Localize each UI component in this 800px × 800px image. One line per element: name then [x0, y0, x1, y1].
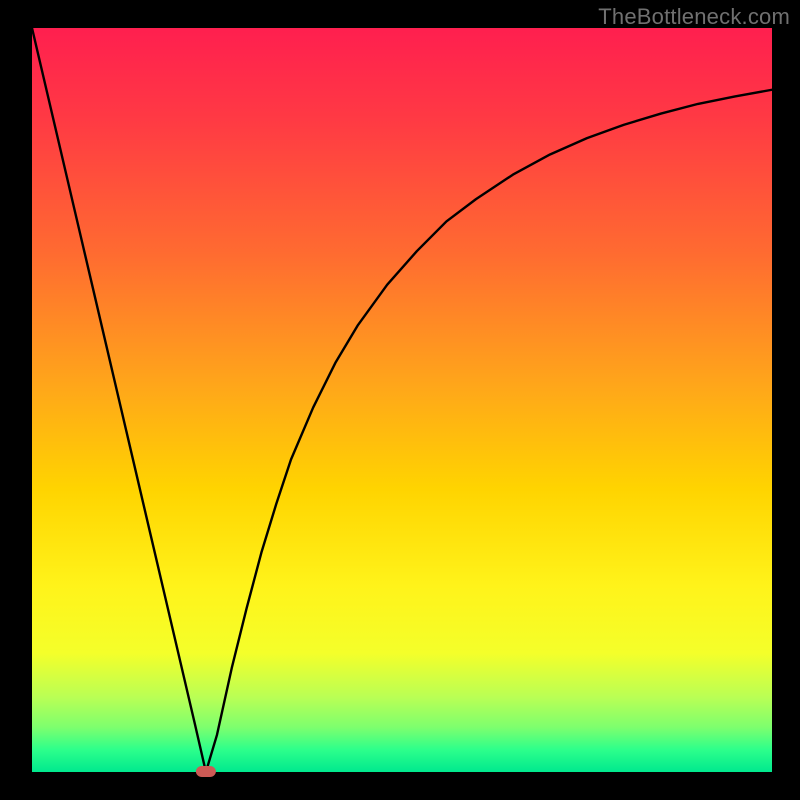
plot-background	[32, 28, 772, 772]
watermark-text: TheBottleneck.com	[598, 4, 790, 30]
min-marker	[196, 766, 216, 777]
bottleneck-chart	[0, 0, 800, 800]
chart-frame: TheBottleneck.com	[0, 0, 800, 800]
